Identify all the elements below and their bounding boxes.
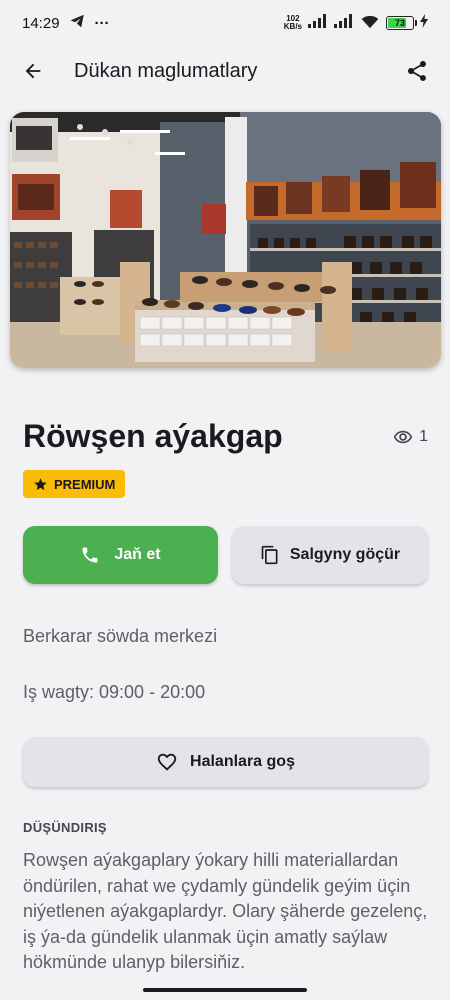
- shop-hours: Iş wagty: 09:00 - 20:00: [23, 682, 206, 702]
- shop-title: Röwşen aýakgap: [23, 418, 283, 454]
- shop-photo[interactable]: [10, 112, 441, 368]
- copy-address-button[interactable]: Salgyny göçür: [232, 526, 428, 584]
- net-speed-unit: KB/s: [283, 22, 302, 31]
- star-icon: [34, 477, 47, 490]
- arrow-back-icon: [25, 63, 41, 79]
- phone-icon: [82, 547, 98, 563]
- call-button[interactable]: Jaň et: [23, 526, 218, 584]
- status-bar: 14:29 ··· 102 KB/s 73: [0, 0, 450, 46]
- share-icon: [408, 61, 426, 81]
- call-button-label: Jaň et: [114, 546, 161, 563]
- eye-icon: [393, 430, 413, 443]
- network-speed: 102 KB/s: [284, 15, 302, 31]
- page-title: Dükan maglumatlary: [74, 59, 258, 82]
- premium-badge: PREMIUM: [23, 470, 126, 498]
- shop-location: Berkarar söwda merkezi: [23, 626, 218, 646]
- wifi-icon: [360, 14, 380, 33]
- copy-address-label: Salgyny göçür: [289, 546, 401, 563]
- description-text: Rowşen aýakgaplary ýokary hilli material…: [23, 850, 428, 972]
- app-bar: Dükan maglumatlary: [0, 46, 450, 96]
- description-heading: DÜŞÜNDIRIŞ: [23, 820, 107, 835]
- signal-icon-2: [334, 14, 354, 32]
- status-time: 14:29: [22, 14, 60, 32]
- battery-icon: 73: [386, 16, 417, 30]
- home-indicator[interactable]: [143, 988, 307, 992]
- copy-icon: [261, 545, 278, 565]
- premium-label: PREMIUM: [54, 476, 116, 492]
- shop-header: Röwşen aýakgap 1 PREMIUM: [23, 418, 428, 498]
- action-buttons: Jaň et Salgyny göçür: [23, 526, 428, 584]
- views-counter: 1: [393, 427, 428, 447]
- more-indicator: ···: [94, 14, 110, 32]
- back-button[interactable]: [14, 52, 52, 90]
- add-to-favorites-button[interactable]: Halanlara goş: [23, 737, 428, 787]
- share-button[interactable]: [398, 52, 436, 90]
- battery-level: 73: [394, 18, 405, 28]
- charging-icon: [420, 14, 428, 32]
- heart-outline-icon: [157, 753, 177, 771]
- add-to-favorites-label: Halanlara goş: [190, 753, 295, 770]
- signal-icon: [308, 14, 328, 32]
- telegram-icon: [70, 14, 85, 32]
- views-count: 1: [419, 427, 428, 445]
- shoe-store-image: [10, 112, 441, 368]
